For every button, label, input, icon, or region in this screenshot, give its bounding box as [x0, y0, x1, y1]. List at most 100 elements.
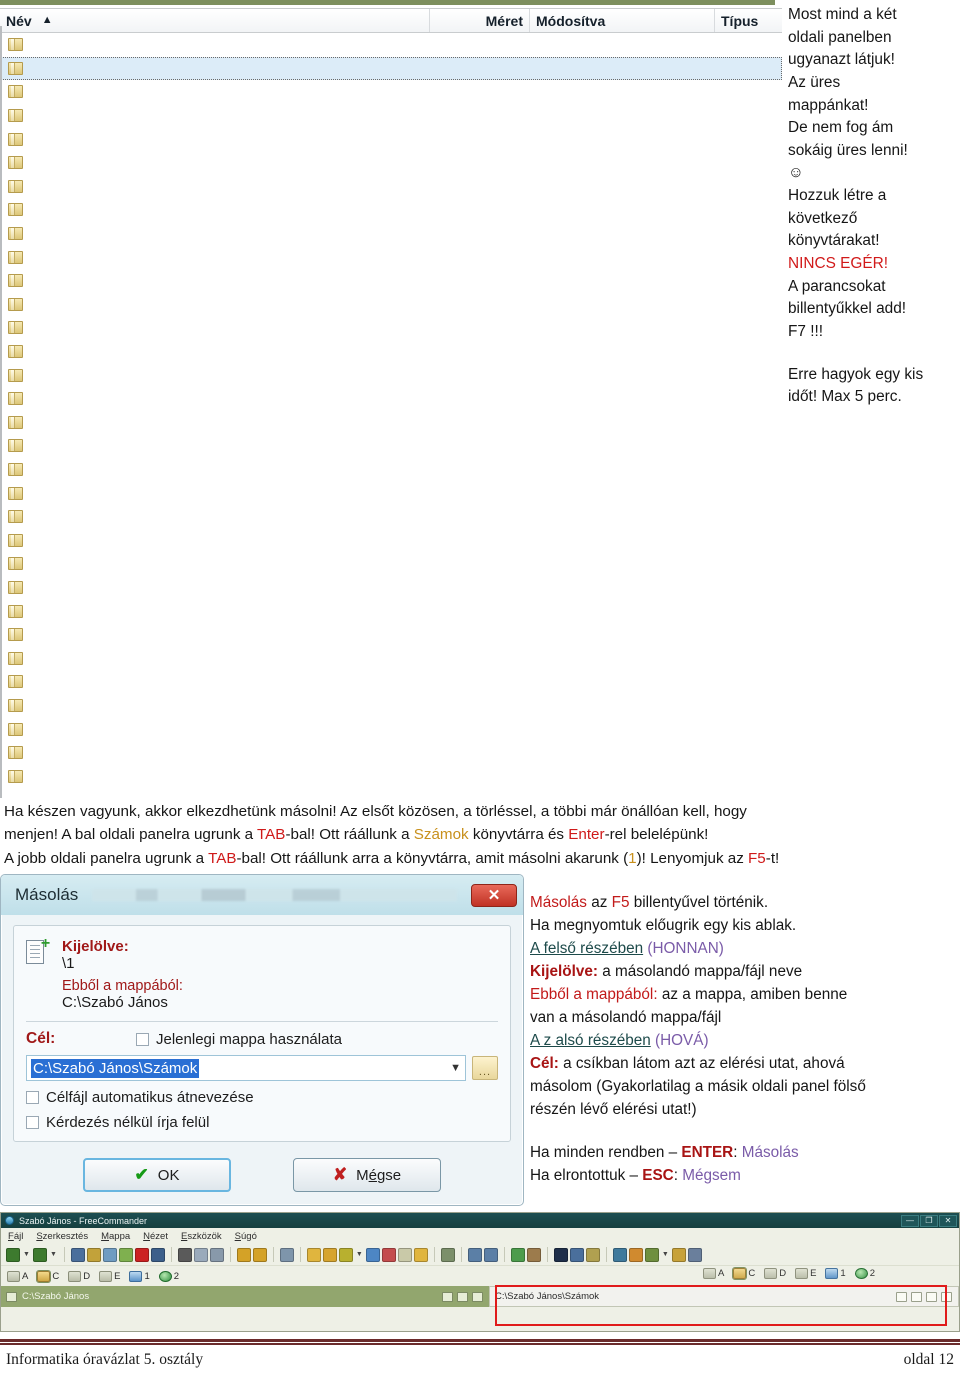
drive-button-2[interactable]: 2	[854, 1268, 875, 1280]
column-header-name[interactable]: Név ▲	[0, 9, 430, 32]
table-row[interactable]	[0, 127, 782, 151]
paste-icon[interactable]	[209, 1247, 224, 1262]
overwrite-checkbox[interactable]	[26, 1116, 39, 1130]
table-row[interactable]	[0, 33, 782, 57]
move-icon[interactable]	[118, 1247, 133, 1262]
copy-dialog[interactable]: Másolás ✕ + Kijelölve: \1 Ebből a mappáb…	[0, 874, 524, 1207]
table-row[interactable]	[0, 80, 782, 104]
table-row[interactable]	[0, 764, 782, 788]
delete-icon[interactable]	[134, 1247, 149, 1262]
table-row[interactable]	[0, 505, 782, 529]
details-view-icon[interactable]	[467, 1247, 482, 1262]
dropdown-icon-2[interactable]: ▼	[50, 1251, 57, 1258]
table-row[interactable]	[0, 623, 782, 647]
history-icon-right[interactable]	[941, 1291, 952, 1302]
refresh-icon[interactable]	[510, 1247, 525, 1262]
pack-icon[interactable]	[236, 1247, 251, 1262]
bookmark-icon-right[interactable]	[926, 1291, 937, 1302]
filter-icon[interactable]	[338, 1247, 353, 1262]
globe-icon[interactable]	[687, 1247, 702, 1262]
drive-button-1[interactable]: 1	[129, 1270, 150, 1282]
target-path-row[interactable]: C:\Szabó János\Számok ▼	[26, 1055, 498, 1082]
table-row[interactable]	[0, 552, 782, 576]
close-icon[interactable]: ✕	[471, 883, 517, 907]
right-path-icons[interactable]	[896, 1291, 958, 1302]
history-icon[interactable]	[472, 1291, 483, 1302]
table-row[interactable]	[0, 599, 782, 623]
drive-button-d[interactable]: D	[68, 1270, 90, 1282]
drive-button-2[interactable]: 2	[158, 1270, 179, 1282]
table-row[interactable]	[0, 293, 782, 317]
dropdown-icon[interactable]: ▼	[23, 1251, 30, 1258]
chevron-down-icon[interactable]: ▼	[450, 1062, 461, 1074]
left-path-icons[interactable]	[442, 1291, 489, 1302]
back-icon[interactable]	[6, 1247, 20, 1262]
auto-rename-label[interactable]: Célfájl automatikus átnevezése	[46, 1089, 254, 1106]
auto-rename-checkbox[interactable]	[26, 1091, 39, 1105]
menu-item-nézet[interactable]: Nézet	[143, 1231, 168, 1242]
dup-icon[interactable]	[526, 1247, 541, 1262]
menu-bar[interactable]: Fájl Szerkesztés Mappa Nézet Eszközök Súgó	[1, 1228, 959, 1245]
info-icon[interactable]	[569, 1247, 584, 1262]
table-row[interactable]	[0, 694, 782, 718]
drive-button-e[interactable]: E	[99, 1270, 120, 1282]
bookmark-icon[interactable]	[457, 1291, 468, 1302]
table-row[interactable]	[0, 646, 782, 670]
table-row[interactable]	[0, 151, 782, 175]
use-current-folder-checkbox[interactable]	[136, 1032, 149, 1046]
target-path-input[interactable]: C:\Szabó János\Számok ▼	[26, 1055, 466, 1082]
close-window-icon[interactable]: ✕	[939, 1214, 957, 1227]
menu-item-szerkesztés[interactable]: Szerkesztés	[36, 1231, 88, 1242]
table-row[interactable]	[0, 198, 782, 222]
toolbar[interactable]: ▼ ▼ ▼ ▼	[1, 1244, 959, 1267]
lock-icon[interactable]	[413, 1247, 428, 1262]
overwrite-label[interactable]: Kérdezés nélkül írja felül	[46, 1114, 209, 1131]
menu-item-eszközök[interactable]: Eszközök	[181, 1231, 222, 1242]
auto-rename-row[interactable]: Célfájl automatikus átnevezése	[26, 1089, 498, 1106]
dialog-title-bar[interactable]: Másolás ✕	[1, 875, 523, 916]
menu-item-súgó[interactable]: Súgó	[235, 1231, 257, 1242]
drive-button-c[interactable]: C	[732, 1267, 755, 1281]
freecommander-window[interactable]: Szabó János - FreeCommander — ❐ ✕ Fájl Sz…	[0, 1212, 960, 1333]
script-icon[interactable]	[671, 1247, 686, 1262]
table-row[interactable]	[0, 576, 782, 600]
drive-button-d[interactable]: D	[764, 1268, 786, 1280]
table-row[interactable]	[0, 717, 782, 741]
file-list-rows[interactable]	[0, 33, 782, 788]
column-header-type[interactable]: Típus	[715, 9, 777, 32]
ok-button[interactable]: ✔ OK	[83, 1158, 231, 1193]
table-row[interactable]	[0, 670, 782, 694]
column-header-modified[interactable]: Módosítva	[530, 9, 715, 32]
open-folder-icon[interactable]	[896, 1291, 907, 1302]
dropdown-icon-3[interactable]: ▼	[356, 1251, 363, 1258]
drive-button-a[interactable]: A	[7, 1270, 28, 1282]
table-row[interactable]	[0, 741, 782, 765]
dropdown-icon-4[interactable]: ▼	[662, 1251, 669, 1258]
left-path-bar[interactable]: C:\Szabó János	[1, 1286, 489, 1308]
table-row[interactable]	[0, 340, 782, 364]
table-row[interactable]	[0, 481, 782, 505]
drive-button-a[interactable]: A	[702, 1268, 724, 1280]
search-icon[interactable]	[150, 1247, 165, 1262]
copy-icon[interactable]	[102, 1247, 117, 1262]
page-icon-right[interactable]	[911, 1291, 922, 1302]
table-row[interactable]	[0, 175, 782, 199]
right-path-bar[interactable]: C:\Szabó János\Számok	[489, 1286, 959, 1308]
cut-icon[interactable]	[177, 1247, 192, 1262]
table-row[interactable]	[0, 222, 782, 246]
menu-item-fájl[interactable]: Fájl	[8, 1231, 23, 1242]
folder-search-icon[interactable]	[322, 1247, 337, 1262]
table-row[interactable]	[0, 56, 782, 81]
edit-icon[interactable]	[86, 1247, 101, 1262]
table-row[interactable]	[0, 363, 782, 387]
tree-icon[interactable]	[440, 1247, 455, 1262]
fav-icon[interactable]	[628, 1247, 643, 1262]
minimize-icon[interactable]: —	[901, 1214, 919, 1227]
table-row[interactable]	[0, 411, 782, 435]
path-bars[interactable]: C:\Szabó János C:\Szabó János\Számok	[1, 1286, 959, 1308]
table-row[interactable]	[0, 434, 782, 458]
note-icon[interactable]	[644, 1247, 659, 1262]
table-row[interactable]	[0, 528, 782, 552]
thumbs-view-icon[interactable]	[483, 1247, 498, 1262]
file-list-panel[interactable]: Név ▲ Méret Módosítva Típus	[0, 0, 782, 798]
